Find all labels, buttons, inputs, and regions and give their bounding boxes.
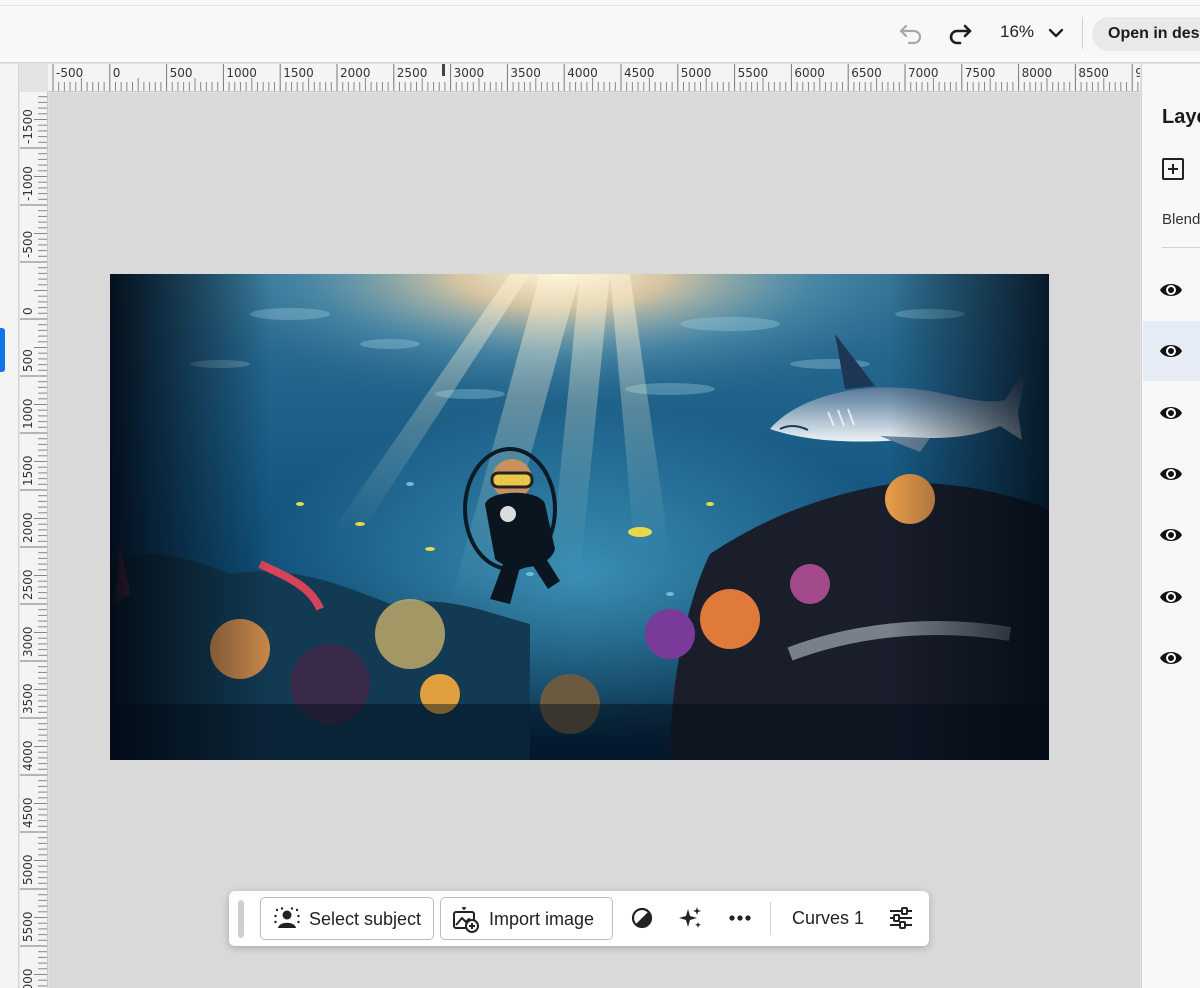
redo-icon	[949, 24, 972, 45]
adjustment-icon	[631, 907, 653, 929]
ruler-label: -1500	[21, 109, 35, 144]
horizontal-ruler[interactable]: -500 0 500 1000 1500 2000 2500 3000 3500 4000 4500…	[48, 64, 1140, 92]
eye-icon[interactable]	[1159, 586, 1183, 608]
ruler-label: 6000	[21, 968, 35, 988]
ruler-label: 0	[21, 307, 35, 315]
eye-icon[interactable]	[1159, 279, 1183, 301]
ruler-label: 0	[113, 66, 121, 80]
ruler-label: 2500	[21, 569, 35, 600]
undo-button[interactable]	[897, 20, 925, 46]
add-layer-icon[interactable]	[1162, 158, 1184, 180]
contextual-taskbar: Select subject Import image Curves 1	[229, 891, 929, 946]
ruler-label: 5500	[21, 911, 35, 942]
redo-button[interactable]	[946, 20, 976, 46]
ruler-label: 4000	[21, 740, 35, 771]
underwater-scene	[110, 274, 1049, 760]
vertical-ruler[interactable]: -1500 -1000 -500 0 500 1000 1500 2000 2500 3000 35…	[20, 92, 48, 988]
ruler-label: 4500	[624, 66, 655, 80]
ruler-label: 5000	[21, 854, 35, 885]
layer-row[interactable]	[1143, 505, 1200, 565]
chevron-down-icon	[1048, 28, 1064, 38]
ruler-label: 3500	[21, 683, 35, 714]
select-subject-icon	[274, 907, 300, 928]
ruler-label: 5000	[681, 66, 712, 80]
ruler-label: 2500	[397, 66, 428, 80]
ruler-label: 6500	[851, 66, 882, 80]
layers-panel: Layers Blend	[1141, 64, 1200, 988]
ruler-label: 7000	[908, 66, 939, 80]
import-image-icon	[453, 907, 479, 933]
document-image[interactable]	[110, 274, 1049, 760]
more-options-button[interactable]	[727, 905, 753, 931]
adjustment-properties-button[interactable]	[888, 905, 914, 931]
ruler-label: 500	[170, 66, 193, 80]
ruler-label: 6000	[794, 66, 825, 80]
ruler-label: 3500	[510, 66, 541, 80]
layer-row[interactable]	[1143, 628, 1200, 688]
ruler-guide-marker[interactable]	[442, 64, 445, 76]
ruler-label: 8500	[1078, 66, 1109, 80]
blend-mode-label[interactable]: Blend	[1162, 211, 1200, 228]
adjustment-button[interactable]	[629, 905, 655, 931]
ruler-label: 2000	[21, 512, 35, 543]
ruler-label: 7500	[965, 66, 996, 80]
ruler-label: 4000	[567, 66, 598, 80]
import-image-label: Import image	[489, 909, 595, 929]
layer-row[interactable]	[1143, 567, 1200, 627]
select-subject-button[interactable]: Select subject	[260, 897, 434, 940]
sparkle-icon	[679, 907, 701, 928]
ruler-label: 8000	[1022, 66, 1053, 80]
ruler-label: -500	[21, 231, 35, 258]
layer-row[interactable]	[1143, 444, 1200, 504]
ruler-label: 4500	[21, 797, 35, 828]
layer-row[interactable]	[1143, 321, 1200, 382]
select-subject-label: Select subject	[309, 909, 422, 929]
ruler-label: 1500	[21, 455, 35, 486]
left-tool-rail	[0, 64, 19, 988]
top-toolbar: 16% Open in desktop	[0, 0, 1200, 63]
taskbar-drag-handle[interactable]	[238, 900, 244, 938]
ruler-corner	[20, 64, 48, 92]
ruler-label: 9	[1135, 66, 1140, 80]
top-divider	[0, 5, 1200, 6]
more-icon	[729, 915, 751, 921]
eye-icon[interactable]	[1159, 524, 1183, 546]
ruler-label: 500	[21, 349, 35, 372]
ruler-label: -500	[56, 66, 83, 80]
eye-icon[interactable]	[1159, 340, 1183, 362]
horizontal-ruler-ticks: -500 0 500 1000 1500 2000 2500 3000 3500 4000 4500…	[52, 64, 1140, 91]
eye-icon[interactable]	[1159, 647, 1183, 669]
ruler-label: 1000	[226, 66, 257, 80]
active-tool-indicator	[0, 328, 5, 372]
ruler-label: 3000	[454, 66, 485, 80]
layer-row[interactable]	[1143, 260, 1200, 320]
ruler-label: 1500	[283, 66, 314, 80]
layers-panel-title: Layers	[1162, 106, 1200, 128]
curves-layer-label[interactable]: Curves 1	[792, 908, 864, 929]
ruler-label: -1000	[21, 166, 35, 201]
undo-icon	[899, 24, 922, 45]
eye-icon[interactable]	[1159, 402, 1183, 424]
zoom-level[interactable]: 16%	[1000, 22, 1034, 42]
import-image-button[interactable]: Import image	[440, 897, 613, 940]
open-in-desktop-button[interactable]: Open in desktop	[1092, 17, 1200, 51]
sliders-icon	[890, 907, 912, 929]
panel-divider	[1162, 247, 1200, 248]
taskbar-divider	[770, 902, 771, 935]
ruler-label: 5500	[738, 66, 769, 80]
generate-button[interactable]	[677, 905, 703, 931]
ruler-label: 1000	[21, 398, 35, 429]
toolbar-divider	[1082, 17, 1083, 49]
layer-row[interactable]	[1143, 383, 1200, 443]
ruler-label: 3000	[21, 626, 35, 657]
ruler-label: 2000	[340, 66, 371, 80]
vertical-ruler-ticks: -1500 -1000 -500 0 500 1000 1500 2000 2500 3000 35…	[20, 96, 47, 988]
eye-icon[interactable]	[1159, 463, 1183, 485]
zoom-dropdown-button[interactable]	[1047, 25, 1065, 41]
